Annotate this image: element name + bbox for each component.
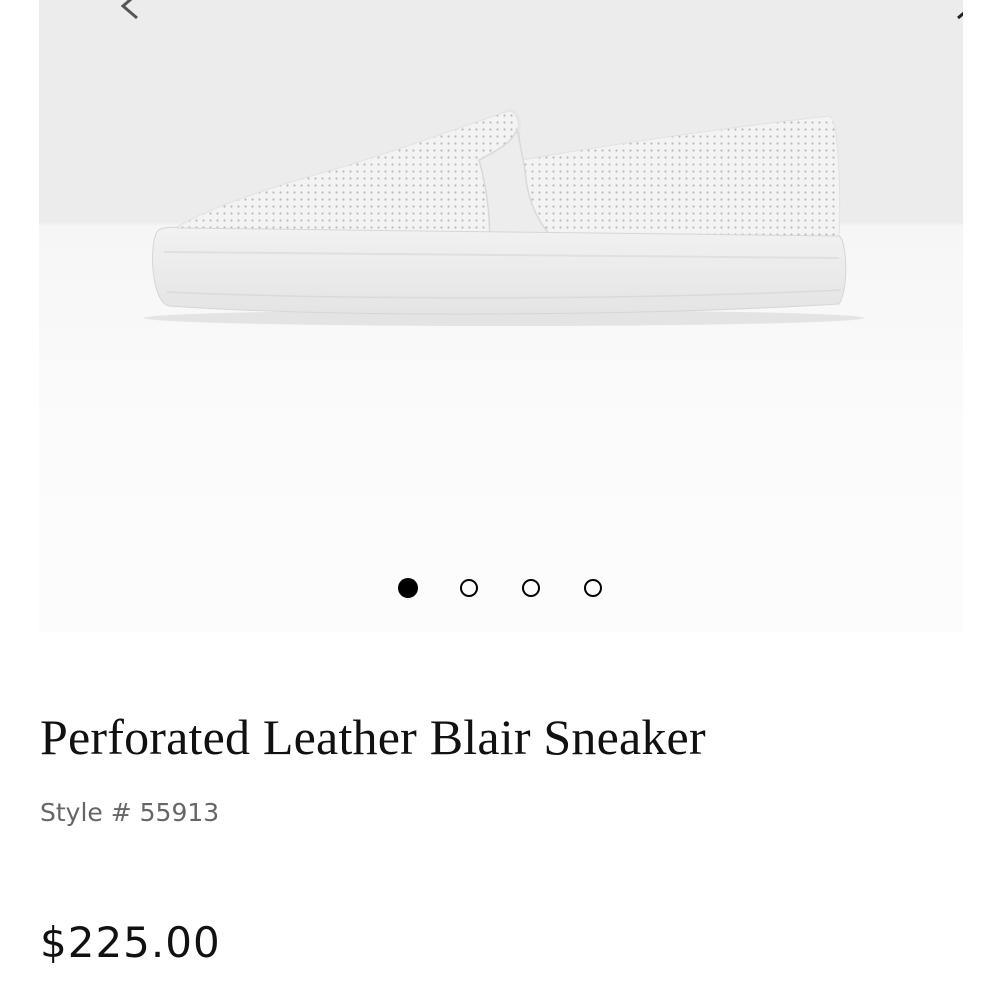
pagination-dot-1[interactable] xyxy=(398,578,418,598)
product-image xyxy=(144,108,864,326)
next-image-button[interactable] xyxy=(944,0,963,26)
product-image-gallery[interactable] xyxy=(39,0,963,632)
product-price: $225.00 xyxy=(40,918,221,967)
pagination-dot-4[interactable] xyxy=(584,579,602,597)
chevron-right-icon xyxy=(957,0,963,20)
pagination-dot-2[interactable] xyxy=(460,579,478,597)
style-number: Style # 55913 xyxy=(40,798,220,827)
product-title: Perforated Leather Blair Sneaker xyxy=(40,709,706,765)
previous-image-button[interactable] xyxy=(111,0,151,26)
pagination-dot-3[interactable] xyxy=(522,579,540,597)
chevron-left-icon xyxy=(120,0,138,20)
gallery-pagination xyxy=(0,578,1000,600)
